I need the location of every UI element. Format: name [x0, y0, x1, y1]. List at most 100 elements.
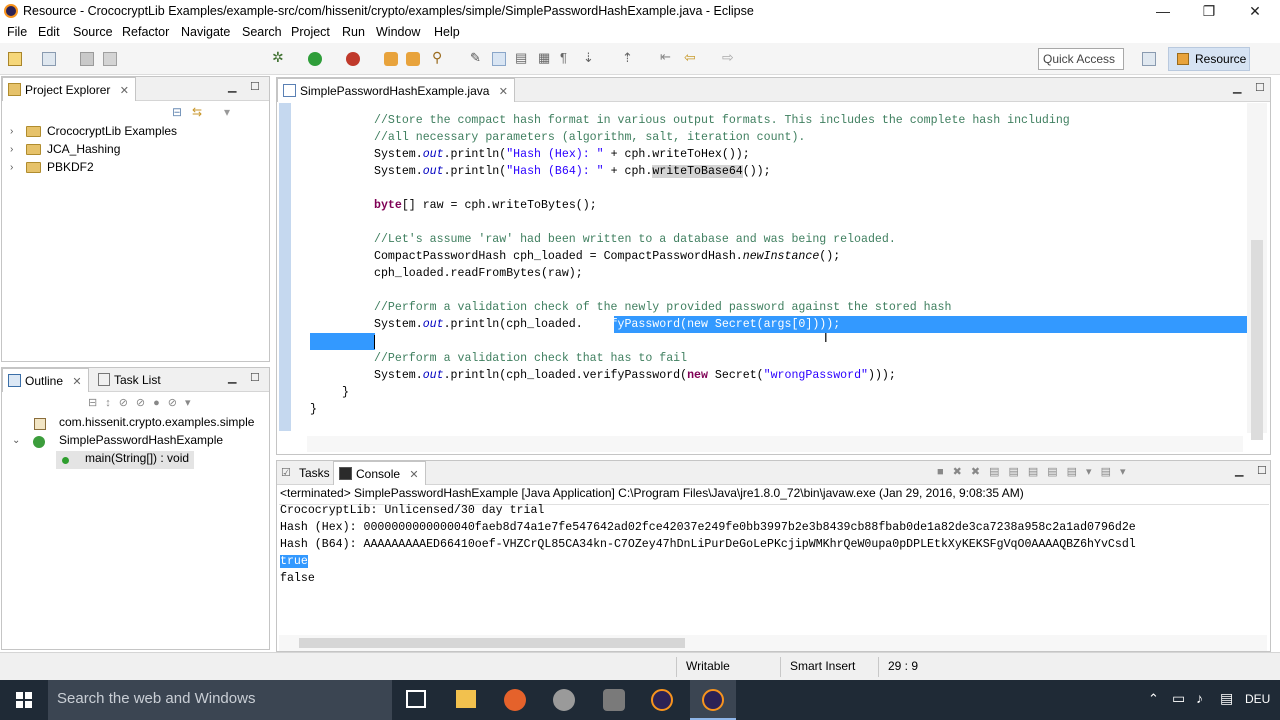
maximize-icon[interactable]: ☐	[250, 371, 260, 384]
collapse-all-icon[interactable]: ⊟	[172, 105, 182, 119]
open-perspective-icon[interactable]	[1142, 52, 1156, 66]
menu-run[interactable]: Run	[342, 25, 365, 39]
text-cursor	[374, 335, 375, 349]
code-line[interactable]: byte[] raw = cph.writeToBytes();	[374, 199, 597, 212]
code-line[interactable]: cph_loaded.readFromBytes(raw);	[374, 267, 583, 280]
volume-icon[interactable]: ♪	[1196, 690, 1203, 706]
open-resource-icon[interactable]	[406, 52, 420, 66]
app-icon[interactable]	[553, 689, 575, 711]
view-menu-icon[interactable]: ▾	[224, 105, 230, 119]
next-annotation-icon[interactable]: ⇣	[583, 50, 597, 65]
code-line[interactable]: System.out.println(cph_loaded.verifyPass…	[374, 318, 840, 331]
search-icon[interactable]: ⚲	[432, 49, 446, 65]
minimize-icon[interactable]: ▁	[1233, 81, 1241, 94]
back-icon[interactable]: ⇦	[684, 49, 698, 65]
tab-project-explorer[interactable]: Project Explorer ✕	[2, 77, 136, 101]
close-icon[interactable]: ✕	[409, 469, 418, 481]
code-line[interactable]: CompactPasswordHash cph_loaded = Compact…	[374, 250, 840, 263]
language-indicator[interactable]: DEU	[1245, 692, 1270, 706]
last-edit-icon[interactable]: ⇤	[660, 49, 674, 64]
tab-console[interactable]: Console ✕	[333, 461, 426, 485]
maximize-icon[interactable]: ☐	[1257, 464, 1267, 477]
obs-icon[interactable]	[603, 689, 625, 711]
close-icon[interactable]: ✕	[72, 376, 81, 388]
quick-access-field[interactable]: Quick Access	[1038, 48, 1124, 70]
outline-toolbar-icons[interactable]: ⊟↕⊘⊘●⊘▾	[88, 396, 199, 409]
menu-navigate[interactable]: Navigate	[181, 25, 230, 39]
firefox-icon[interactable]	[504, 689, 526, 711]
code-line[interactable]: //Let's assume 'raw' had been written to…	[374, 233, 896, 246]
eclipse-taskbar-icon[interactable]	[651, 689, 673, 711]
forward-icon[interactable]: ⇨	[722, 49, 736, 65]
minimize-button[interactable]: —	[1140, 0, 1186, 23]
code-line[interactable]: System.out.println("Hash (Hex): " + cph.…	[374, 148, 750, 161]
menu-search[interactable]: Search	[242, 25, 282, 39]
code-line[interactable]: }	[342, 386, 349, 399]
debug-icon[interactable]: ✲	[272, 49, 286, 65]
code-line[interactable]: System.out.println("Hash (B64): " + cph.…	[374, 165, 771, 178]
save-all-icon[interactable]	[103, 52, 117, 66]
horizontal-scrollbar[interactable]	[307, 436, 1243, 452]
menu-source[interactable]: Source	[73, 25, 113, 39]
code-line[interactable]: //Perform a validation check that has to…	[374, 352, 687, 365]
menu-window[interactable]: Window	[376, 25, 420, 39]
expand-arrow-icon[interactable]: ›	[10, 162, 13, 173]
collapse-arrow-icon[interactable]: ⌄	[12, 435, 20, 446]
scrollbar-thumb[interactable]	[299, 638, 685, 648]
highlight-icon[interactable]	[492, 52, 506, 66]
minimize-icon[interactable]: ▁	[228, 371, 236, 384]
task-view-icon[interactable]	[406, 690, 426, 708]
show-whitespace-icon[interactable]: ¶	[560, 50, 574, 65]
console-line-selected: true	[280, 555, 308, 568]
scrollbar-thumb[interactable]	[1251, 240, 1263, 440]
menu-refactor[interactable]: Refactor	[122, 25, 169, 39]
tab-tasks[interactable]: Tasks	[299, 466, 330, 480]
expand-arrow-icon[interactable]: ›	[10, 144, 13, 155]
new-icon[interactable]	[8, 52, 22, 66]
maximize-icon[interactable]: ☐	[1255, 81, 1265, 94]
file-explorer-icon[interactable]	[456, 690, 476, 708]
eclipse-active-task[interactable]	[690, 680, 736, 720]
chevron-up-icon[interactable]: ⌃	[1148, 691, 1159, 707]
taskbar-search-input[interactable]: Search the web and Windows	[48, 680, 392, 720]
close-icon[interactable]: ✕	[499, 86, 508, 98]
maximize-icon[interactable]: ☐	[250, 80, 260, 93]
minimize-icon[interactable]: ▁	[228, 80, 236, 93]
windows-start-icon[interactable]	[16, 692, 32, 708]
toggle-mark-icon[interactable]: ✎	[470, 50, 484, 65]
close-button[interactable]: ✕	[1232, 0, 1278, 23]
menu-file[interactable]: File	[7, 25, 27, 39]
new-window-icon[interactable]	[42, 52, 56, 66]
console-hscrollbar[interactable]	[279, 635, 1267, 651]
run-icon[interactable]	[308, 52, 322, 66]
code-line[interactable]: }	[310, 403, 317, 416]
open-type-icon[interactable]	[384, 52, 398, 66]
vertical-scrollbar[interactable]	[1247, 103, 1267, 440]
code-line[interactable]: //all necessary parameters (algorithm, s…	[374, 131, 805, 144]
code-line[interactable]: //Perform a validation check of the newl…	[374, 301, 951, 314]
expand-arrow-icon[interactable]: ›	[10, 126, 13, 137]
save-icon[interactable]	[80, 52, 94, 66]
prev-annotation-icon[interactable]: ⇡	[622, 50, 636, 65]
console-toolbar-icons[interactable]: ■✖✖▤▤▤▤▤▾▤▾	[937, 465, 1134, 478]
maximize-button[interactable]: ❐	[1186, 0, 1232, 23]
console-line: Hash (B64): AAAAAAAAAED66410oef-VHZCrQL8…	[280, 538, 1136, 551]
link-editor-icon[interactable]: ⇆	[192, 105, 202, 119]
notification-icon[interactable]: ▤	[1220, 690, 1233, 707]
whitespace-icon[interactable]: ▤	[515, 50, 529, 65]
menu-edit[interactable]: Edit	[38, 25, 60, 39]
close-icon[interactable]: ✕	[120, 85, 129, 97]
code-line[interactable]: System.out.println(cph_loaded.verifyPass…	[374, 369, 896, 382]
minimize-icon[interactable]: ▁	[1235, 464, 1243, 477]
tab-outline[interactable]: Outline ✕	[2, 368, 89, 392]
menu-help[interactable]: Help	[434, 25, 460, 39]
external-tools-icon[interactable]	[346, 52, 360, 66]
outline-method[interactable]: main(String[]) : void	[56, 451, 194, 469]
menu-project[interactable]: Project	[291, 25, 330, 39]
network-icon[interactable]: ▭	[1172, 690, 1185, 707]
tab-task-list[interactable]: Task List	[114, 373, 161, 387]
code-line[interactable]: //Store the compact hash format in vario…	[374, 114, 1070, 127]
tab-editor-file[interactable]: SimplePasswordHashExample.java ✕	[277, 78, 515, 102]
resource-perspective-button[interactable]: Resource	[1168, 47, 1250, 71]
block-select-icon[interactable]: ▦	[538, 50, 552, 65]
